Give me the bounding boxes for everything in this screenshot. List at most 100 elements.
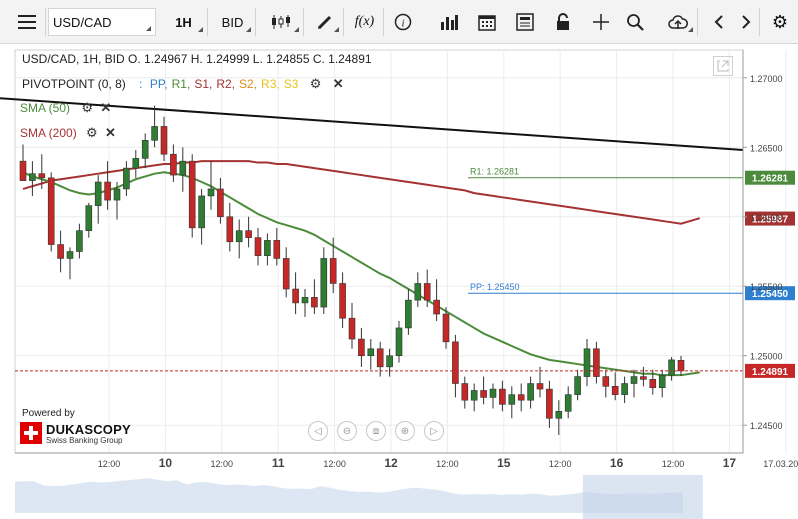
chart-type-button[interactable]	[258, 8, 304, 36]
x-tick-label: 12:00	[436, 459, 459, 469]
candle-body	[292, 288, 299, 304]
nav-forward-button[interactable]: ▷	[424, 421, 444, 441]
candle-body	[461, 383, 469, 401]
sma50-legend: SMA (50) ⚙ ✕	[20, 100, 111, 116]
chart-navigation: ◁ ⊖ ⧈ ⊕ ▷	[308, 421, 444, 441]
zoom-in-button[interactable]: ⊕	[395, 421, 415, 441]
nav-back-button[interactable]: ◁	[308, 421, 328, 441]
dropdown-corner-icon	[146, 26, 151, 31]
pivot-level-label: PP: 1.25450	[470, 282, 520, 292]
pivot-item: S3	[283, 77, 299, 91]
sma50-settings-icon[interactable]: ⚙	[81, 100, 93, 115]
pivot-level-label: R1: 1.26281	[470, 167, 519, 177]
expand-button[interactable]	[713, 56, 733, 76]
side-select[interactable]: BID	[210, 8, 256, 36]
candle-body	[640, 376, 647, 380]
candle-body	[245, 230, 252, 238]
menu-button[interactable]	[8, 8, 46, 36]
lock-button[interactable]	[548, 8, 578, 36]
candle-body	[602, 376, 610, 387]
pencil-icon	[317, 15, 331, 30]
candle-body	[226, 216, 234, 243]
candle-body	[301, 297, 309, 304]
x-tick-label: 12	[384, 456, 398, 470]
scroll-right-button[interactable]	[732, 8, 760, 36]
candle-body	[348, 317, 356, 340]
sma50-label: SMA (50)	[20, 101, 71, 115]
y-tick-label: 1.25000	[750, 352, 783, 362]
candle-body	[564, 394, 572, 412]
chevron-left-icon	[714, 15, 723, 29]
pivot-item: PP,	[149, 77, 168, 91]
bar-chart-icon	[441, 15, 458, 30]
pivot-settings-icon[interactable]: ⚙	[310, 76, 322, 91]
candle-body	[668, 359, 675, 376]
toolbar: USD/CAD 1H BID f(x) i ⚙	[0, 0, 798, 44]
candle-body	[188, 160, 196, 229]
candle-body	[386, 355, 393, 368]
pivot-name: PIVOTPOINT (0, 8)	[22, 77, 126, 91]
zoom-button[interactable]	[620, 8, 650, 36]
cloud-upload-icon	[667, 15, 688, 29]
candle-body	[583, 348, 591, 377]
hamburger-icon	[17, 15, 36, 29]
expand-icon	[717, 60, 729, 72]
price-chart[interactable]: R1: 1.262811.26281PP: 1.254501.25450 1.2…	[0, 44, 798, 519]
pivot-level-tag-text: 1.26281	[752, 174, 789, 185]
candle-body	[621, 383, 628, 395]
function-icon: f(x)	[354, 14, 375, 29]
timeframe-select[interactable]: 1H	[160, 8, 208, 36]
lock-icon	[557, 13, 569, 30]
x-tick-label: 15	[497, 456, 511, 470]
candle-body	[480, 390, 487, 398]
draw-tool-button[interactable]	[306, 8, 344, 36]
candle-body	[151, 126, 158, 141]
scroll-left-button[interactable]	[706, 8, 732, 36]
pivot-remove-icon[interactable]: ✕	[333, 76, 344, 91]
calendar-button[interactable]	[472, 8, 502, 36]
candle-body	[123, 167, 130, 190]
x-tick-label: 12:00	[549, 459, 572, 469]
news-button[interactable]	[510, 8, 540, 36]
y-tick-label: 1.26000	[750, 213, 783, 223]
upload-button[interactable]	[658, 8, 698, 36]
candle-body	[423, 283, 431, 301]
crosshair-button[interactable]	[586, 8, 616, 36]
candle-body	[405, 299, 412, 329]
candle-body	[555, 411, 563, 419]
candle-body	[508, 394, 516, 405]
sma200-label: SMA (200)	[20, 126, 77, 140]
reset-icon: ⧈	[372, 425, 380, 437]
settings-button[interactable]: ⚙	[766, 8, 794, 36]
dropdown-corner-icon	[688, 27, 693, 32]
reset-button[interactable]: ⧈	[366, 421, 386, 441]
candle-body	[414, 283, 422, 301]
y-tick-label: 1.27000	[750, 74, 783, 84]
candle-body	[29, 173, 36, 181]
sma50-remove-icon[interactable]: ✕	[100, 100, 111, 115]
svg-text:i: i	[401, 18, 404, 30]
dropdown-corner-icon	[294, 27, 299, 32]
triangle-right-icon: ▷	[430, 425, 438, 437]
timeframe-label: 1H	[175, 14, 192, 30]
info-button[interactable]: i	[388, 8, 418, 36]
side-label: BID	[221, 14, 244, 30]
candle-body	[677, 360, 685, 372]
volume-button[interactable]	[434, 8, 464, 36]
calendar-icon	[478, 15, 496, 31]
candle-body	[85, 205, 93, 231]
candle-body	[104, 181, 111, 201]
sma200-settings-icon[interactable]: ⚙	[86, 125, 98, 140]
sma200-remove-icon[interactable]: ✕	[105, 125, 116, 140]
candle-body	[574, 376, 581, 395]
powered-by-label: Powered by	[22, 408, 75, 419]
symbol-select[interactable]: USD/CAD	[48, 8, 156, 36]
symbol-label: USD/CAD	[53, 14, 112, 30]
x-tick-label: 12:00	[662, 459, 685, 469]
crosshair-icon	[593, 14, 609, 30]
indicators-button[interactable]: f(x)	[346, 8, 384, 36]
x-tick-label: 10	[159, 456, 173, 470]
candle-body	[489, 388, 497, 398]
zoom-out-button[interactable]: ⊖	[337, 421, 357, 441]
candle-body	[160, 126, 168, 155]
